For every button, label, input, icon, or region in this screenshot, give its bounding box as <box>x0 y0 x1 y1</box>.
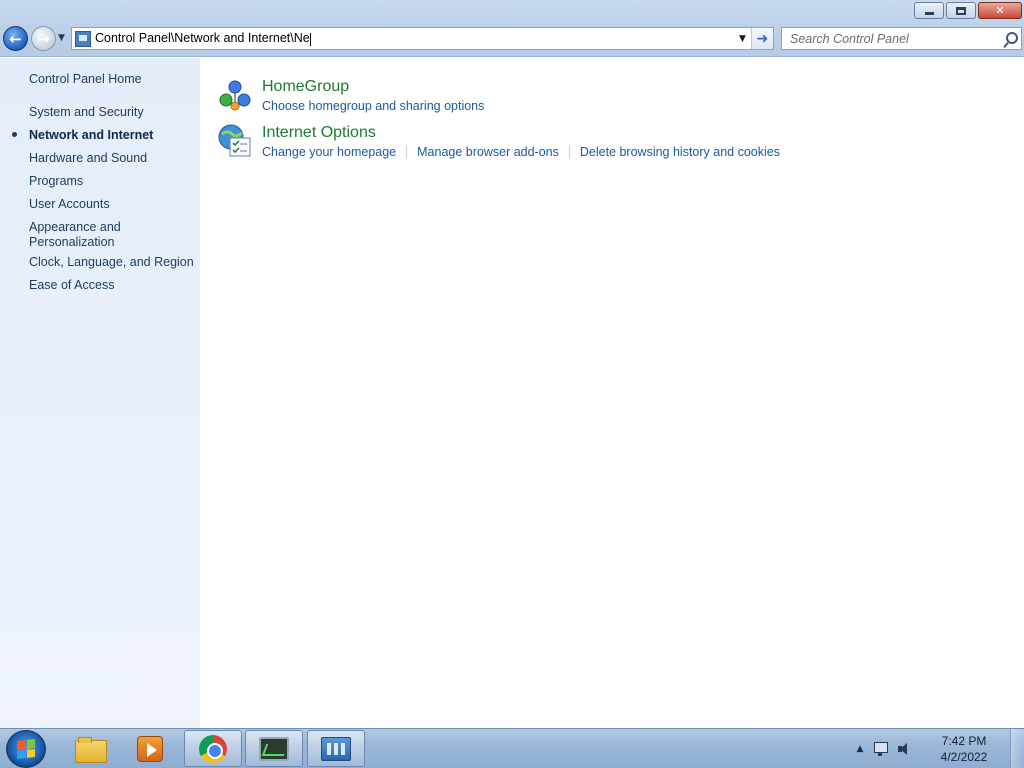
sidebar-item-appearance-and-personalization[interactable]: Appearance and Personalization <box>29 220 121 250</box>
taskbar-chrome[interactable] <box>184 730 242 767</box>
recent-pages-dropdown[interactable]: ▼ <box>58 33 68 43</box>
sidebar-item-ease-of-access[interactable]: Ease of Access <box>29 278 114 293</box>
back-button[interactable]: ← <box>3 26 28 51</box>
sidebar-item-hardware-and-sound[interactable]: Hardware and Sound <box>29 151 147 166</box>
internet-options-links: Change your homepage Manage browser add-… <box>262 145 780 159</box>
go-button[interactable]: ➜ <box>751 28 773 49</box>
windows-logo-icon <box>17 739 35 759</box>
control-panel-icon <box>75 30 91 47</box>
go-arrow-icon: ➜ <box>756 30 769 47</box>
clock-date: 4/2/2022 <box>940 750 988 764</box>
taskbar-media-player[interactable] <box>121 730 179 767</box>
current-item-bullet <box>12 132 17 137</box>
network-icon[interactable] <box>872 741 890 757</box>
internet-options-icon <box>218 124 251 157</box>
address-path-text: Control Panel\Network and Internet\Ne <box>95 31 310 46</box>
clock-time: 7:42 PM <box>941 734 987 748</box>
sidebar-item-label-line1: Appearance and <box>29 220 121 234</box>
minimize-icon <box>924 12 934 15</box>
manage-addons-link[interactable]: Manage browser add-ons <box>417 145 559 159</box>
link-separator <box>568 145 570 159</box>
taskbar: ▲ 7:42 PM 4/2/2022 <box>0 728 1024 768</box>
chrome-icon <box>199 734 227 763</box>
show-hidden-icons-button[interactable]: ▲ <box>852 744 868 754</box>
delete-browsing-history-link[interactable]: Delete browsing history and cookies <box>580 145 780 159</box>
control-panel-icon <box>321 736 351 761</box>
restore-icon <box>956 6 966 15</box>
close-button[interactable]: ✕ <box>978 2 1022 19</box>
homegroup-title-link[interactable]: HomeGroup <box>262 78 349 96</box>
taskbar-explorer[interactable] <box>61 730 119 767</box>
window-titlebar: ✕ ← → ▼ Control Panel\Network and Intern… <box>0 0 1024 57</box>
address-path-input[interactable]: Control Panel\Network and Internet\Ne <box>95 31 733 46</box>
close-icon: ✕ <box>995 4 1005 17</box>
address-dropdown-button[interactable]: ▼ <box>733 28 751 49</box>
change-homepage-link[interactable]: Change your homepage <box>262 145 396 159</box>
clock[interactable]: 7:42 PM 4/2/2022 <box>924 733 1004 765</box>
system-tray: ▲ 7:42 PM 4/2/2022 <box>852 729 1024 768</box>
main-content: HomeGroup Choose homegroup and sharing o… <box>200 58 1024 728</box>
sidebar-item-label-line2: Personalization <box>29 235 115 249</box>
taskbar-control-panel[interactable] <box>307 730 365 767</box>
start-button[interactable] <box>6 730 46 768</box>
search-input[interactable] <box>790 31 1001 46</box>
address-bar[interactable]: Control Panel\Network and Internet\Ne ▼ … <box>71 27 774 50</box>
homegroup-icon <box>219 80 251 111</box>
restore-button[interactable] <box>946 2 976 19</box>
left-navigation-pane: Control Panel Home System and Security N… <box>0 58 200 728</box>
sidebar-item-programs[interactable]: Programs <box>29 174 83 189</box>
forward-arrow-icon: → <box>37 29 50 48</box>
text-caret <box>309 32 311 46</box>
forward-button[interactable]: → <box>31 26 56 51</box>
choose-homegroup-sharing-link[interactable]: Choose homegroup and sharing options <box>262 99 484 113</box>
chevron-down-icon: ▼ <box>739 33 746 44</box>
sidebar-item-clock-language-region[interactable]: Clock, Language, and Region <box>29 255 194 270</box>
homegroup-links: Choose homegroup and sharing options <box>262 99 484 113</box>
internet-options-title-link[interactable]: Internet Options <box>262 124 376 142</box>
back-arrow-icon: ← <box>9 29 22 48</box>
caption-buttons: ✕ <box>914 2 1022 19</box>
search-box[interactable] <box>781 27 1022 50</box>
sidebar-item-system-and-security[interactable]: System and Security <box>29 105 144 120</box>
taskbar-task-manager[interactable] <box>245 730 303 767</box>
minimize-button[interactable] <box>914 2 944 19</box>
media-player-icon <box>137 735 163 762</box>
folder-icon <box>75 736 107 763</box>
sidebar-item-user-accounts[interactable]: User Accounts <box>29 197 110 212</box>
control-panel-home-link[interactable]: Control Panel Home <box>29 72 142 87</box>
sidebar-item-network-and-internet[interactable]: Network and Internet <box>29 128 153 143</box>
search-icon[interactable] <box>1001 29 1021 49</box>
task-manager-icon <box>259 736 289 761</box>
volume-icon[interactable] <box>896 741 916 757</box>
show-desktop-button[interactable] <box>1010 729 1024 768</box>
link-separator <box>406 145 408 159</box>
